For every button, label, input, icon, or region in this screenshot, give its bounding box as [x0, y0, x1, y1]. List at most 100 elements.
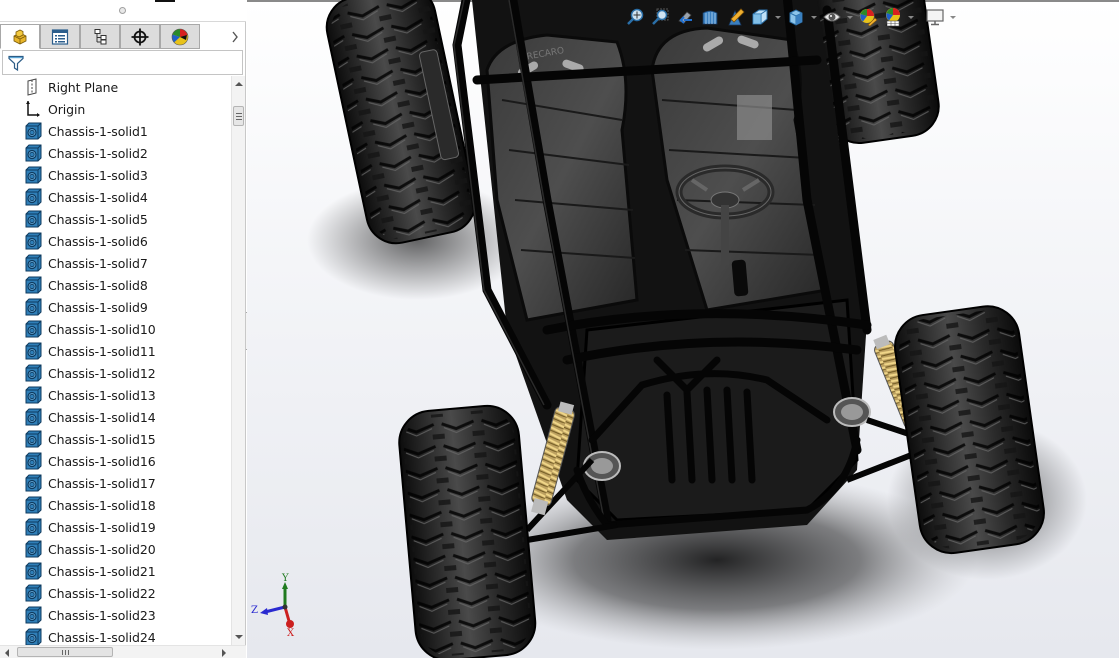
tree-item-label: Chassis-1-solid11	[48, 343, 156, 359]
tree-item[interactable]: Origin	[22, 98, 85, 120]
tree-horizontal-scrollbar[interactable]	[0, 645, 246, 658]
solid-body-icon	[22, 561, 44, 581]
tree-item[interactable]: Chassis-1-solid11	[22, 340, 156, 362]
tree-item[interactable]: Right Plane	[22, 76, 118, 98]
previous-view-icon	[678, 11, 692, 24]
tree-item[interactable]: Chassis-1-solid1	[22, 120, 148, 142]
tree-item[interactable]: Chassis-1-solid6	[22, 230, 148, 252]
solid-body-icon	[22, 605, 44, 625]
display-style-button[interactable]	[784, 5, 808, 29]
tree-item[interactable]: Chassis-1-solid15	[22, 428, 156, 450]
solid-body-icon	[22, 187, 44, 207]
tree-item-label: Chassis-1-solid14	[48, 409, 156, 425]
solid-body-icon	[22, 627, 44, 645]
feature-manager-panel: Right Plane Origin Chassis-1-solid1 Chassis…	[0, 0, 246, 658]
scroll-right-arrow-icon[interactable]	[222, 649, 226, 657]
solid-body-icon	[22, 121, 44, 141]
zoom-to-area-button[interactable]	[648, 5, 672, 29]
section-view-button[interactable]	[698, 5, 722, 29]
crosshair-target-icon	[131, 28, 149, 45]
tab-configuration-manager[interactable]	[80, 24, 120, 49]
tree-item[interactable]: Chassis-1-solid22	[22, 582, 156, 604]
display-style-dropdown[interactable]	[809, 5, 818, 29]
tree-item-label: Origin	[48, 101, 86, 117]
section-view-icon	[702, 10, 718, 25]
dynamic-annotation-views-button[interactable]	[723, 5, 747, 29]
triad-z-label: Z	[251, 605, 258, 616]
panel-collapse-grip[interactable]	[119, 7, 126, 14]
tree-filter-bar[interactable]	[2, 50, 243, 75]
tab-featuremanager-design-tree[interactable]	[0, 24, 40, 49]
tree-item[interactable]: Chassis-1-solid14	[22, 406, 156, 428]
tree-item[interactable]: Chassis-1-solid3	[22, 164, 148, 186]
view-settings-button[interactable]	[923, 5, 947, 29]
tree-item[interactable]: Chassis-1-solid24	[22, 626, 156, 645]
tree-item-label: Chassis-1-solid4	[48, 189, 148, 205]
tree-vertical-scrollbar[interactable]	[231, 76, 245, 645]
tree-item[interactable]: Chassis-1-solid23	[22, 604, 156, 626]
tabs-next-chevron-icon[interactable]	[228, 27, 242, 47]
graphics-area[interactable]: RECARO Y Z X	[247, 0, 1119, 658]
panel-tabs	[0, 23, 246, 50]
tree-item[interactable]: Chassis-1-solid9	[22, 296, 148, 318]
tree-item-label: Chassis-1-solid21	[48, 563, 156, 579]
tree-item[interactable]: Chassis-1-solid7	[22, 252, 148, 274]
tree-item-label: Chassis-1-solid10	[48, 321, 156, 337]
funnel-filter-icon[interactable]	[7, 54, 25, 72]
tree-item[interactable]: Chassis-1-solid4	[22, 186, 148, 208]
tree-item[interactable]: Chassis-1-solid10	[22, 318, 156, 340]
tab-dimxpert-manager[interactable]	[120, 24, 160, 49]
hide-show-items-button[interactable]	[820, 5, 844, 29]
view-orientation-button[interactable]	[748, 5, 772, 29]
tree-item[interactable]: Chassis-1-solid16	[22, 450, 156, 472]
tree-item[interactable]: Chassis-1-solid13	[22, 384, 156, 406]
scroll-up-arrow-icon[interactable]	[235, 82, 243, 86]
tree-item-label: Chassis-1-solid13	[48, 387, 156, 403]
solid-body-icon	[22, 209, 44, 229]
tree-item[interactable]: Chassis-1-solid19	[22, 516, 156, 538]
eye-icon	[823, 12, 841, 22]
view-settings-dropdown[interactable]	[948, 5, 957, 29]
color-ball-icon	[171, 28, 189, 45]
apply-scene-button[interactable]	[881, 5, 905, 29]
3d-model-view[interactable]: RECARO	[247, 0, 1119, 658]
tree-item[interactable]: Chassis-1-solid5	[22, 208, 148, 230]
tree-item-label: Chassis-1-solid18	[48, 497, 156, 513]
reference-triad: Y Z X	[251, 573, 313, 641]
edit-appearance-button[interactable]	[856, 5, 880, 29]
tree-item[interactable]: Chassis-1-solid17	[22, 472, 156, 494]
tree-item[interactable]: Chassis-1-solid2	[22, 142, 148, 164]
triad-x-label: X	[287, 628, 295, 639]
hide-show-items-dropdown[interactable]	[845, 5, 854, 29]
tree-item[interactable]: Chassis-1-solid21	[22, 560, 156, 582]
scroll-left-arrow-icon[interactable]	[5, 649, 9, 657]
configuration-tree-icon	[94, 28, 107, 44]
monitor-icon	[926, 9, 944, 26]
tab-display-manager[interactable]	[160, 24, 200, 49]
view-orientation-dropdown[interactable]	[773, 5, 782, 29]
apply-scene-dropdown[interactable]	[906, 5, 915, 29]
dynamic-annotation-icon	[728, 8, 745, 26]
horizontal-scroll-thumb[interactable]	[17, 647, 113, 657]
tree-item[interactable]: Chassis-1-solid12	[22, 362, 156, 384]
solid-body-icon	[22, 451, 44, 471]
tree-item[interactable]: Chassis-1-solid20	[22, 538, 156, 560]
solid-body-icon	[22, 165, 44, 185]
tree-item-label: Chassis-1-solid12	[48, 365, 156, 381]
tree-item-label: Chassis-1-solid16	[48, 453, 156, 469]
origin-icon	[22, 99, 44, 119]
tree-item[interactable]: Chassis-1-solid18	[22, 494, 156, 516]
tree-item[interactable]: Chassis-1-solid8	[22, 274, 148, 296]
tab-property-manager[interactable]	[40, 24, 80, 49]
solid-body-icon	[22, 297, 44, 317]
scroll-down-arrow-icon[interactable]	[235, 635, 243, 639]
triad-z-axis	[264, 605, 286, 614]
property-list-icon	[51, 28, 69, 45]
tire-front-left	[398, 404, 537, 658]
panel-top-divider	[155, 0, 175, 2]
zoom-to-fit-button[interactable]	[623, 5, 647, 29]
solid-body-icon	[22, 231, 44, 251]
vertical-scroll-thumb[interactable]	[233, 106, 244, 126]
previous-view-button[interactable]	[673, 5, 697, 29]
solid-body-icon	[22, 407, 44, 427]
